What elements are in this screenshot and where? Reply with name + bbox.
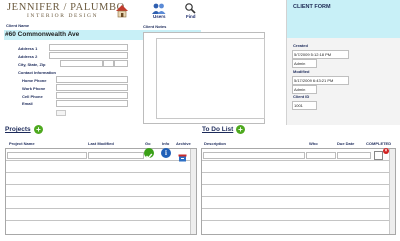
modified-label: Modified bbox=[293, 69, 310, 74]
magnifier-icon bbox=[185, 3, 196, 14]
client-form-panel: CLIENT FORM Created 5/7/2009 5:12:18 PM … bbox=[286, 0, 400, 125]
find-label: Find bbox=[186, 14, 196, 19]
completed-checkbox[interactable] bbox=[374, 151, 383, 160]
close-icon: × bbox=[384, 148, 388, 154]
zip-input[interactable] bbox=[114, 60, 128, 67]
client-name-label: Client Name bbox=[6, 23, 30, 28]
table-row[interactable] bbox=[202, 209, 390, 221]
table-row[interactable]: i bbox=[6, 148, 191, 162]
col-last-modified: Last Modified bbox=[88, 141, 114, 146]
users-label: Users bbox=[153, 14, 166, 19]
col-description: Description bbox=[204, 141, 227, 146]
todo-description-input[interactable] bbox=[203, 152, 305, 159]
address1-label: Address 1 bbox=[18, 46, 38, 51]
cell-phone-input[interactable] bbox=[56, 92, 128, 99]
col-completed: COMPLETED bbox=[366, 141, 392, 146]
table-row[interactable] bbox=[202, 173, 390, 185]
home-phone-label: Home Phone bbox=[22, 78, 47, 83]
col-project-name: Project Name bbox=[9, 141, 35, 146]
address1-input[interactable] bbox=[49, 44, 128, 51]
table-row[interactable] bbox=[6, 221, 191, 232]
brand-subtitle: INTERIOR DESIGN bbox=[27, 13, 99, 19]
col-who: Who bbox=[309, 141, 318, 146]
go-button[interactable] bbox=[144, 148, 154, 160]
table-row[interactable] bbox=[202, 221, 390, 232]
todo-due-date-input[interactable] bbox=[337, 152, 371, 159]
table-row[interactable] bbox=[6, 173, 191, 185]
table-row[interactable] bbox=[202, 197, 390, 209]
projects-grid: i bbox=[5, 148, 197, 235]
projects-title: Projects bbox=[5, 126, 31, 133]
last-modified-input[interactable] bbox=[88, 152, 144, 159]
checkmark-icon bbox=[145, 153, 153, 160]
address2-label: Address 2 bbox=[18, 54, 38, 59]
city-state-zip-label: City, State, Zip bbox=[18, 62, 46, 67]
brand-name: JENNIFER / PALUMBO bbox=[7, 2, 125, 13]
client-id-label: Client ID bbox=[293, 94, 310, 99]
project-name-input[interactable] bbox=[7, 152, 87, 159]
todo-scrollbar[interactable] bbox=[389, 149, 395, 234]
home-icon bbox=[116, 5, 128, 18]
find-button[interactable] bbox=[184, 1, 196, 14]
projects-scrollbar[interactable] bbox=[190, 149, 196, 234]
col-go: Go bbox=[145, 141, 151, 146]
created-by: Admin bbox=[292, 59, 317, 68]
table-row[interactable] bbox=[202, 161, 390, 173]
client-form-header: CLIENT FORM bbox=[287, 0, 400, 38]
add-project-button[interactable]: + bbox=[34, 125, 43, 134]
plus-icon: + bbox=[36, 125, 41, 134]
email-label: Email bbox=[22, 101, 33, 106]
col-archive: Archive bbox=[176, 141, 191, 146]
home-phone-input[interactable] bbox=[56, 76, 128, 83]
client-notes-textarea[interactable] bbox=[156, 38, 265, 119]
todo-title: To Do List bbox=[202, 126, 234, 133]
table-row[interactable] bbox=[6, 209, 191, 221]
todo-grid: × bbox=[201, 148, 396, 235]
modified-by: Admin bbox=[292, 85, 317, 94]
table-row[interactable] bbox=[202, 185, 390, 197]
contact-info-label: Contact Information bbox=[18, 70, 56, 75]
work-phone-input[interactable] bbox=[56, 84, 128, 91]
todo-who-input[interactable] bbox=[306, 152, 336, 159]
table-row[interactable] bbox=[6, 161, 191, 173]
created-value: 5/7/2009 5:12:18 PM bbox=[292, 50, 349, 59]
client-id-value: 1001 bbox=[292, 101, 317, 110]
work-phone-label: Work Phone bbox=[22, 86, 46, 91]
add-todo-button[interactable]: + bbox=[236, 125, 245, 134]
table-row[interactable] bbox=[6, 197, 191, 209]
client-notes-label: Client Notes bbox=[143, 24, 167, 29]
col-due-date: Due Date bbox=[337, 141, 355, 146]
info-icon: i bbox=[165, 149, 167, 157]
table-row[interactable] bbox=[6, 185, 191, 197]
created-label: Created bbox=[293, 43, 308, 48]
col-info: Info bbox=[162, 141, 170, 146]
cell-phone-label: Cell Phone bbox=[22, 94, 43, 99]
home-button[interactable] bbox=[115, 4, 129, 18]
table-row[interactable]: × bbox=[202, 148, 390, 161]
state-input[interactable] bbox=[103, 60, 114, 67]
plus-icon: + bbox=[238, 125, 243, 134]
modified-value: 5/17/2009 6:43:21 PM bbox=[292, 76, 349, 85]
email-input[interactable] bbox=[56, 100, 128, 107]
address2-input[interactable] bbox=[49, 52, 128, 59]
archive-button[interactable] bbox=[178, 149, 187, 162]
info-button[interactable]: i bbox=[161, 148, 171, 158]
brand-logo: JENNIFER / PALUMBO INTERIOR DESIGN bbox=[7, 2, 124, 20]
client-notes-area[interactable] bbox=[143, 32, 265, 124]
city-input[interactable] bbox=[60, 60, 103, 67]
client-form-title: CLIENT FORM bbox=[293, 4, 331, 10]
email-send-button[interactable] bbox=[56, 110, 66, 116]
